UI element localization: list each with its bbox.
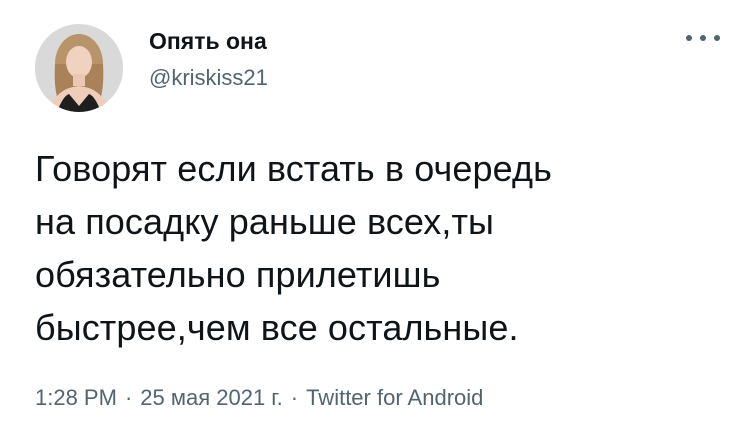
tweet-card: Опять она @kriskiss21 Говорят если встат…	[0, 0, 750, 431]
more-dot	[700, 35, 706, 41]
tweet-time[interactable]: 1:28 PM	[35, 385, 117, 410]
author-handle[interactable]: @kriskiss21	[149, 64, 268, 92]
tweet-text: Говорят если встать в очередь на посадку…	[35, 148, 552, 348]
avatar[interactable]	[35, 24, 123, 112]
author-display-name[interactable]: Опять она	[149, 27, 268, 55]
more-dot	[686, 35, 692, 41]
more-icon[interactable]	[686, 30, 720, 46]
tweet-date[interactable]: 25 мая 2021 г.	[140, 385, 282, 410]
meta-separator: ·	[290, 385, 299, 410]
meta-separator: ·	[124, 385, 133, 410]
tweet-source[interactable]: Twitter for Android	[306, 385, 483, 410]
more-dot	[714, 35, 720, 41]
tweet-meta: 1:28 PM · 25 мая 2021 г. · Twitter for Andro…	[35, 384, 483, 412]
avatar-image	[35, 24, 123, 112]
author-block: Опять она @kriskiss21	[149, 27, 268, 92]
